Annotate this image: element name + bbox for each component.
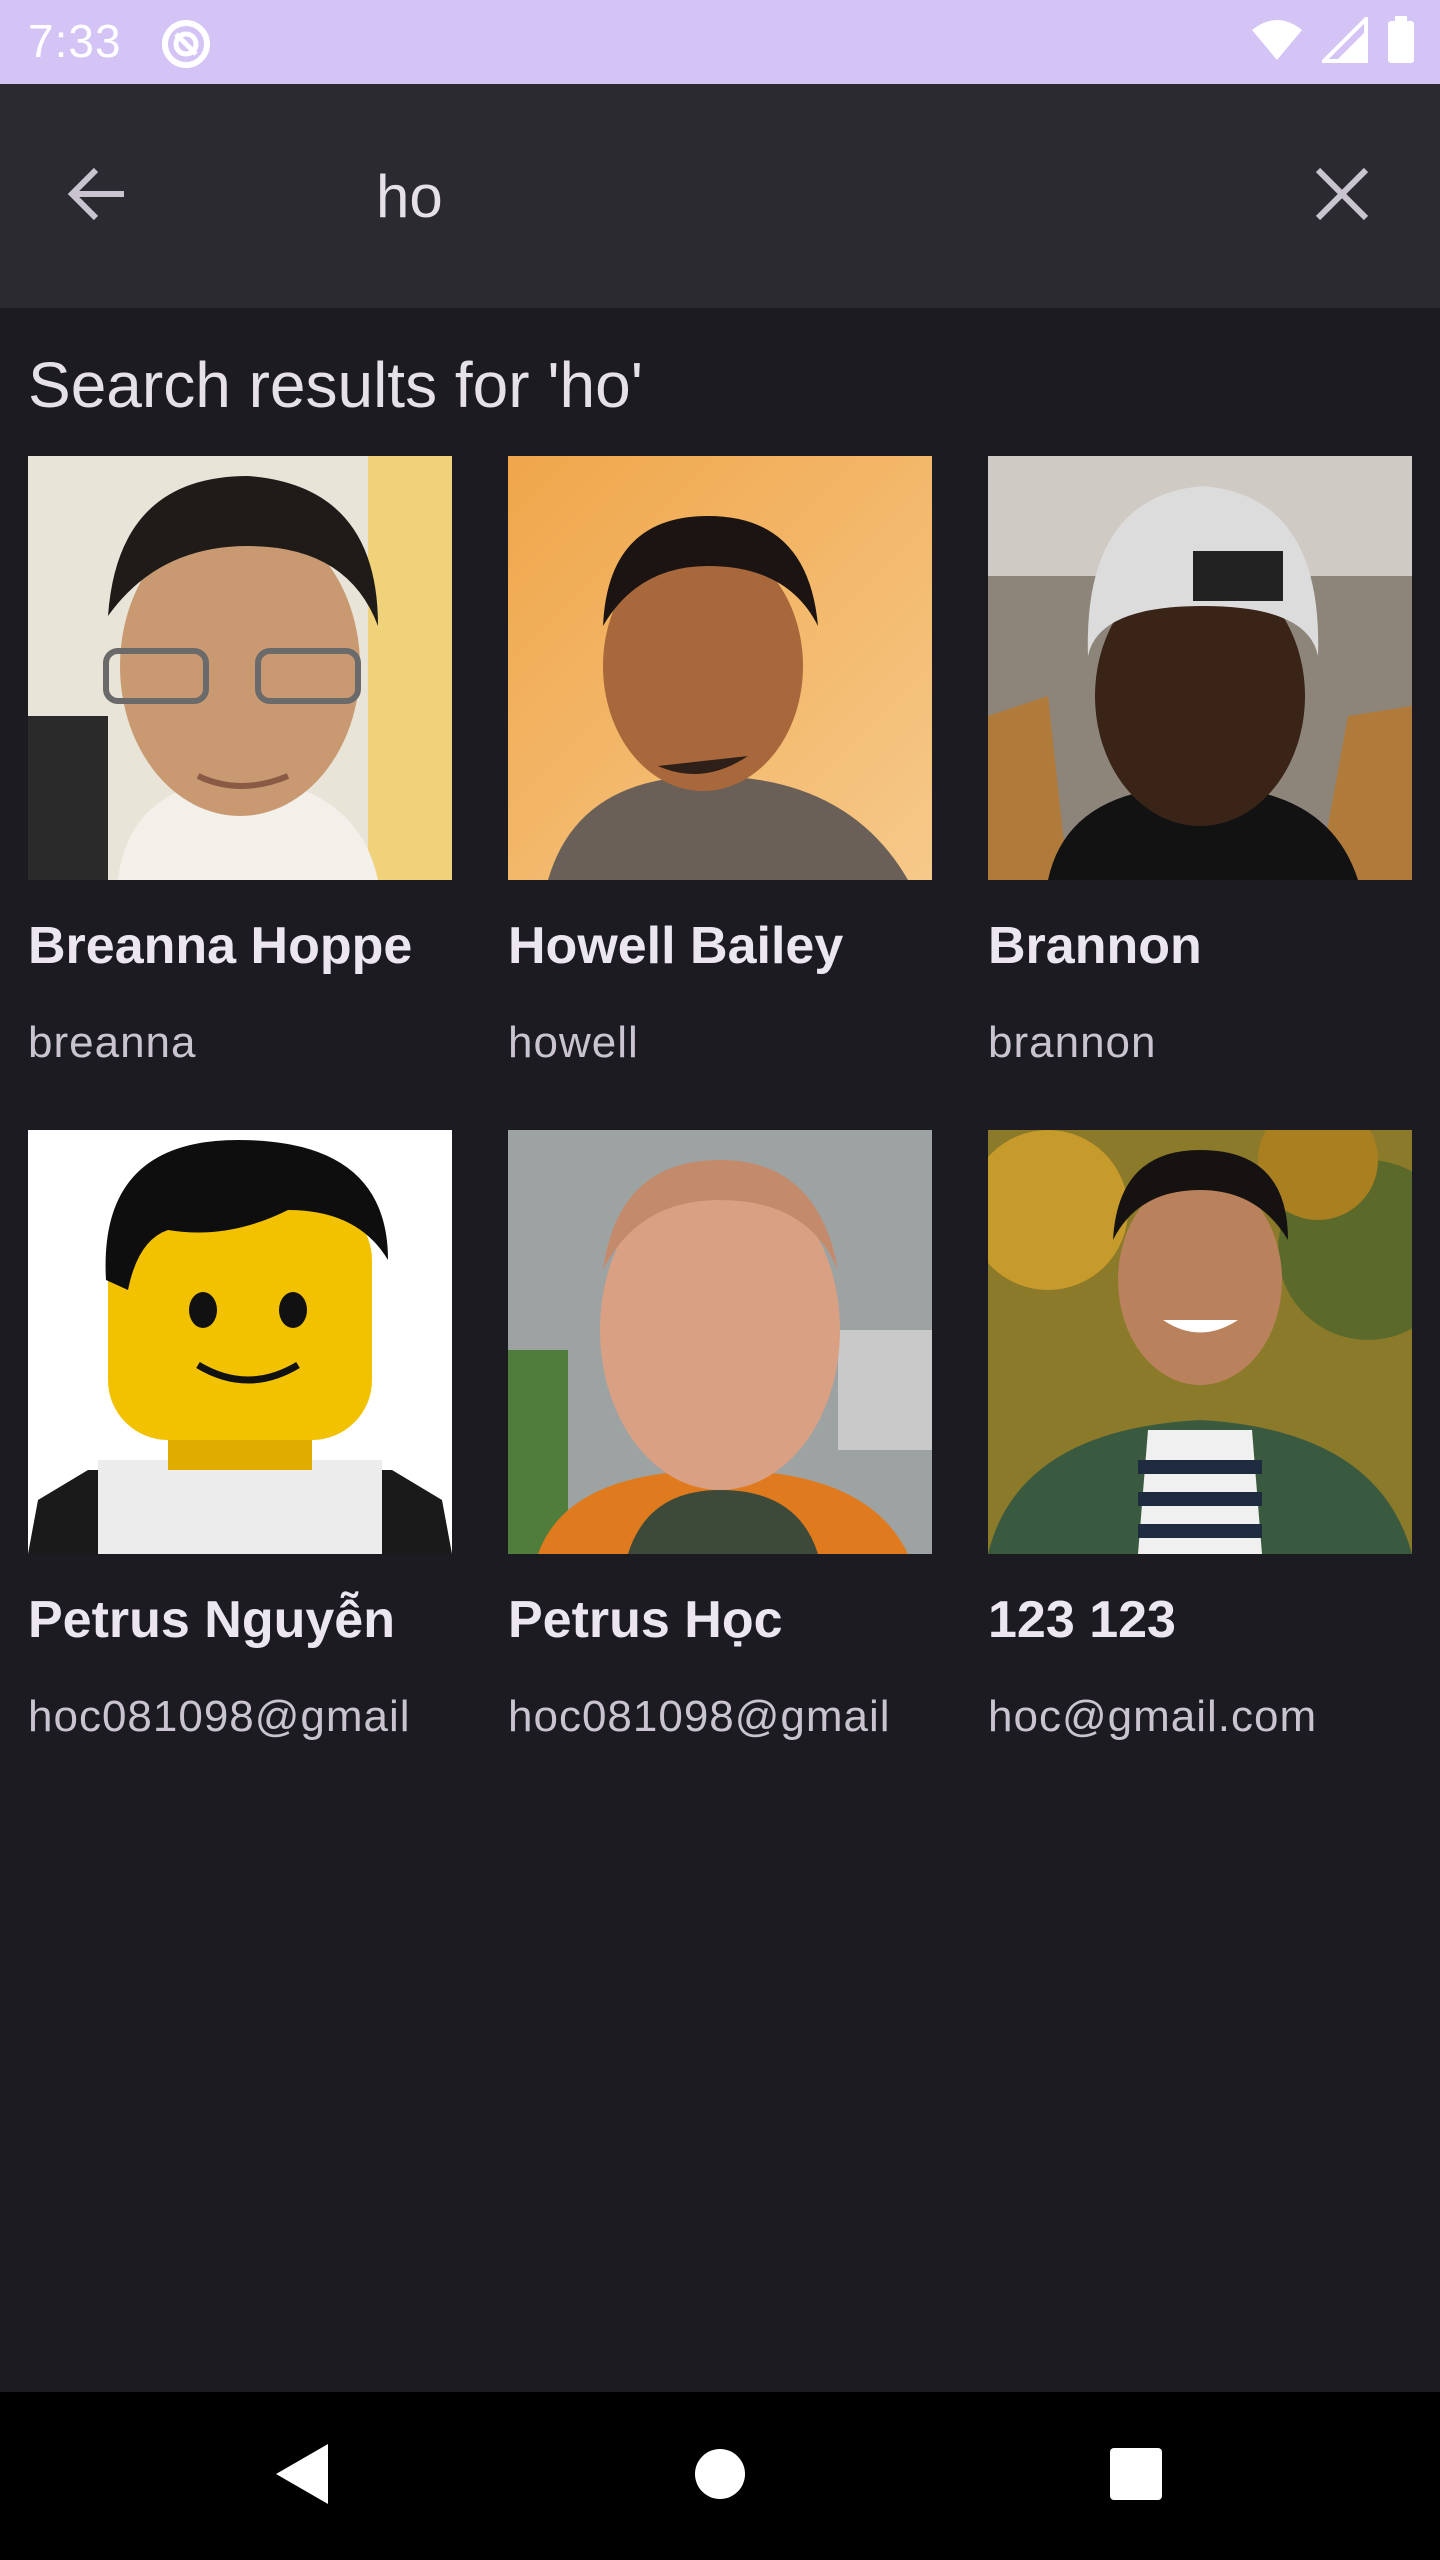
user-username: hoc081098@gmail xyxy=(28,1692,411,1741)
user-name: Petrus Nguyễn xyxy=(28,1591,395,1649)
status-bar: 7:33 xyxy=(0,0,1440,84)
user-avatar-photo xyxy=(508,456,932,880)
nav-home-icon xyxy=(693,2447,747,2506)
close-icon xyxy=(1314,166,1370,227)
user-card[interactable]: 123 123 hoc@gmail.com xyxy=(988,1130,1412,1741)
user-card[interactable]: Brannon brannon xyxy=(988,456,1412,1067)
user-card[interactable]: Breanna Hoppe breanna xyxy=(28,456,452,1067)
nav-back-icon xyxy=(272,2442,332,2511)
app-notification-icon xyxy=(160,18,212,70)
nav-home-button[interactable] xyxy=(670,2426,770,2526)
user-avatar-photo xyxy=(28,456,452,880)
user-card[interactable]: Petrus Nguyễn hoc081098@gmail xyxy=(28,1130,452,1741)
user-username: howell xyxy=(508,1018,639,1067)
user-username: hoc081098@gmail xyxy=(508,1692,891,1741)
status-time: 7:33 xyxy=(28,15,122,67)
user-username: breanna xyxy=(28,1018,197,1067)
user-card[interactable]: Petrus Học hoc081098@gmail xyxy=(508,1130,932,1741)
user-username: hoc@gmail.com xyxy=(988,1692,1318,1741)
back-button[interactable] xyxy=(58,156,138,236)
nav-recents-icon xyxy=(1109,2447,1163,2506)
user-avatar-photo xyxy=(508,1130,932,1554)
search-app-bar xyxy=(0,84,1440,308)
arrow-back-icon xyxy=(66,162,130,231)
signal-icon xyxy=(1319,14,1368,68)
user-name: Brannon xyxy=(988,917,1202,975)
user-name: 123 123 xyxy=(988,1591,1176,1649)
wifi-icon xyxy=(1250,18,1304,67)
user-name: Breanna Hoppe xyxy=(28,917,413,975)
system-nav-bar xyxy=(0,2392,1440,2560)
user-avatar-photo xyxy=(988,1130,1412,1554)
nav-back-button[interactable] xyxy=(252,2426,352,2526)
user-card[interactable]: Howell Bailey howell xyxy=(508,456,932,1067)
battery-icon xyxy=(1386,16,1416,69)
user-username: brannon xyxy=(988,1018,1157,1067)
user-name: Petrus Học xyxy=(508,1591,783,1649)
search-input[interactable] xyxy=(376,154,1276,238)
user-avatar-photo xyxy=(988,456,1412,880)
nav-recents-button[interactable] xyxy=(1086,2426,1186,2526)
results-title: Search results for 'ho' xyxy=(28,349,643,421)
status-icons xyxy=(1250,14,1416,69)
clear-search-button[interactable] xyxy=(1302,156,1382,236)
user-avatar-photo xyxy=(28,1130,452,1554)
user-name: Howell Bailey xyxy=(508,917,844,975)
